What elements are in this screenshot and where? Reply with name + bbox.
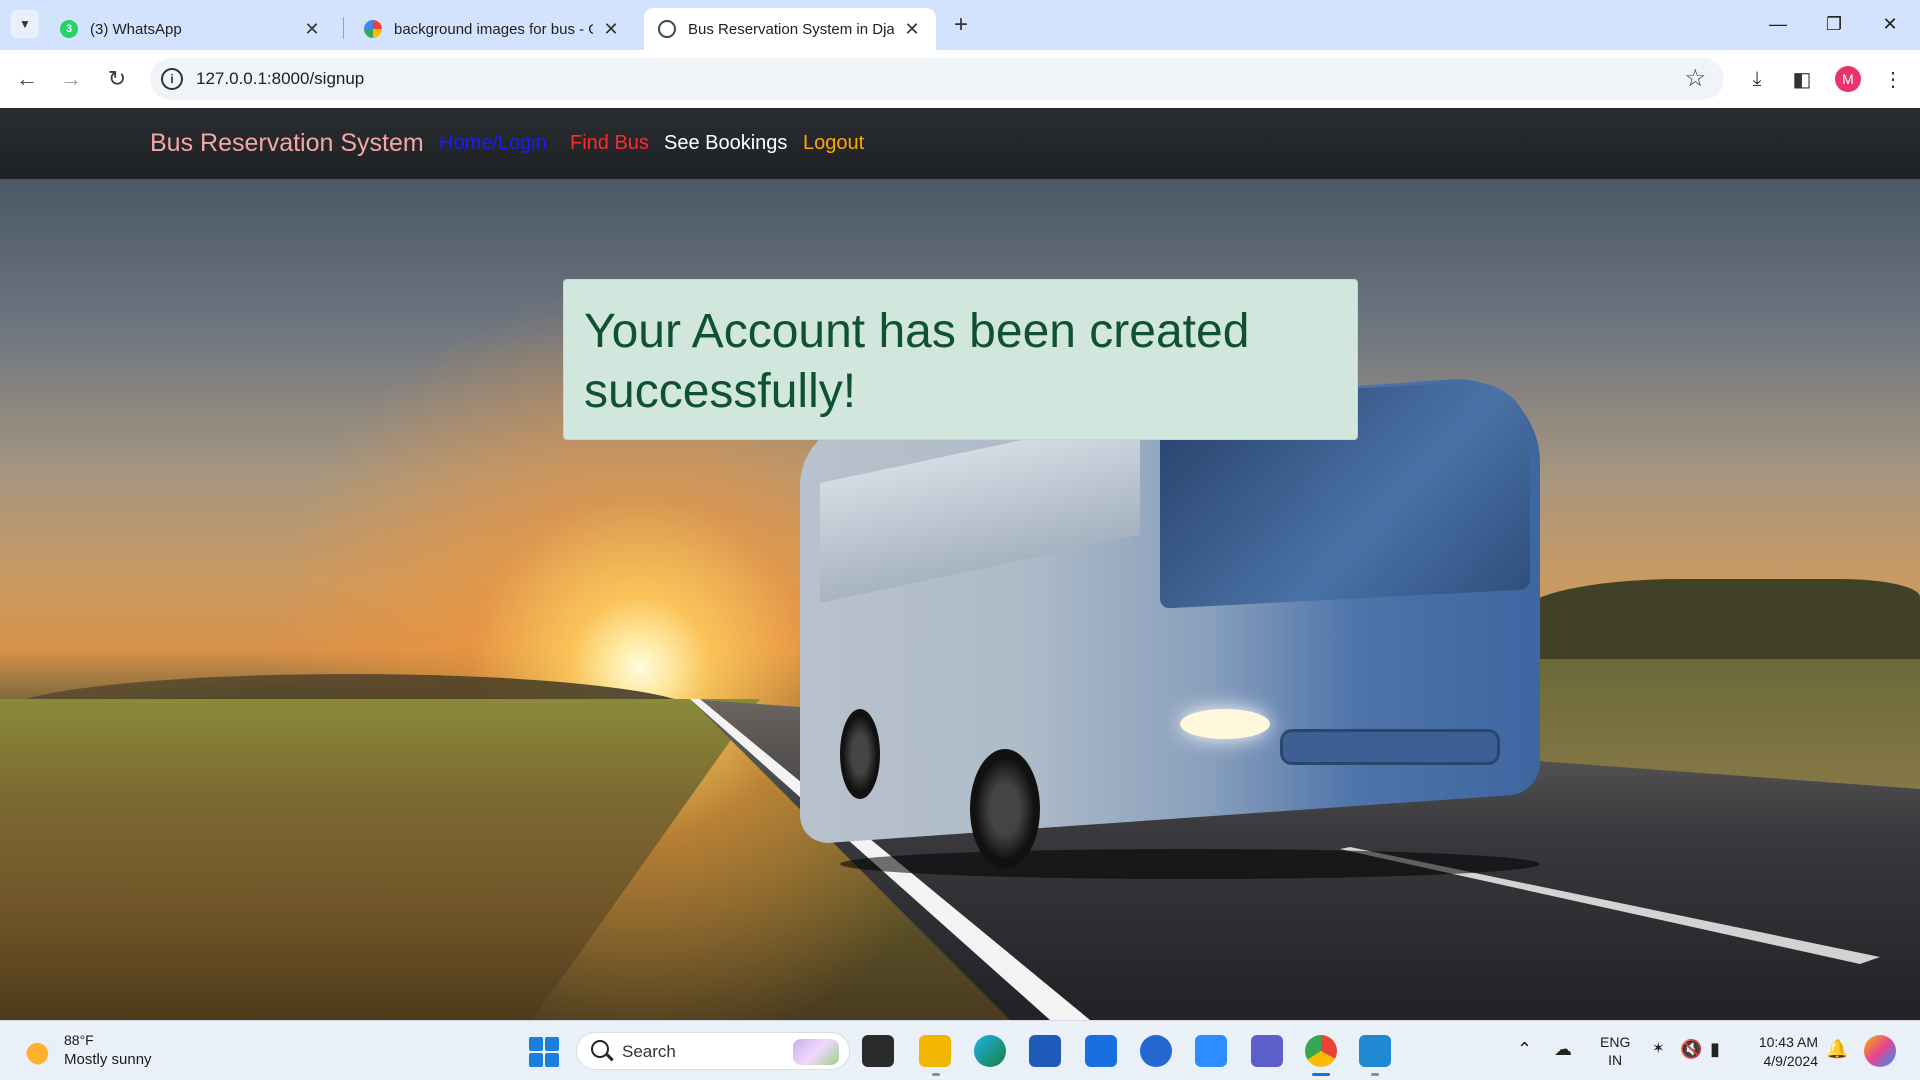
site-brand[interactable]: Bus Reservation System bbox=[150, 129, 424, 158]
bookmark-star-icon[interactable]: ☆ bbox=[1684, 64, 1706, 93]
tab-title: Bus Reservation System in Djan bbox=[688, 20, 894, 38]
widgets-icon[interactable] bbox=[1085, 1035, 1117, 1067]
menu-kebab-icon[interactable]: ⋮ bbox=[1878, 64, 1908, 94]
browser-toolbar: ← → ↻ i 127.0.0.1:8000/signup ☆ ⤓ ◧ M ⋮ bbox=[0, 50, 1920, 108]
lang-line1: ENG bbox=[1600, 1034, 1631, 1050]
treeline-right bbox=[1520, 579, 1920, 669]
volume-muted-icon[interactable]: 🔇 bbox=[1680, 1039, 1702, 1060]
success-alert: Your Account has been created successful… bbox=[563, 279, 1358, 440]
windows-taskbar: 88°F Mostly sunny Search ⌃ ☁ ENG IN ✶ 🔇 … bbox=[0, 1020, 1920, 1080]
edge-icon[interactable] bbox=[974, 1035, 1006, 1067]
tab-title: background images for bus - G bbox=[394, 20, 593, 38]
alert-message: Your Account has been created successful… bbox=[584, 305, 1250, 418]
tab-search-button[interactable]: ▼ bbox=[11, 10, 39, 38]
minimize-button[interactable]: — bbox=[1758, 10, 1798, 38]
tab-whatsapp[interactable]: 3 (3) WhatsApp ✕ bbox=[46, 8, 336, 50]
lang-line2: IN bbox=[1608, 1052, 1623, 1068]
clock-date: 4/9/2024 bbox=[1763, 1053, 1819, 1069]
google-icon bbox=[364, 20, 382, 38]
search-label: Search bbox=[622, 1042, 676, 1061]
side-panel-icon[interactable]: ◧ bbox=[1787, 64, 1817, 94]
copilot-icon[interactable] bbox=[1864, 1035, 1896, 1067]
file-explorer-icon[interactable] bbox=[919, 1035, 951, 1067]
running-indicator bbox=[1371, 1073, 1379, 1076]
nav-see-bookings[interactable]: See Bookings bbox=[664, 132, 787, 155]
browser-tab-strip: ▼ 3 (3) WhatsApp ✕ background images for… bbox=[0, 0, 1920, 50]
tab-bus-reservation[interactable]: Bus Reservation System in Djan ✕ bbox=[644, 8, 936, 50]
forward-button[interactable]: → bbox=[56, 64, 86, 94]
nav-logout[interactable]: Logout bbox=[803, 132, 864, 155]
running-indicator bbox=[932, 1073, 940, 1076]
tab-divider bbox=[343, 17, 344, 39]
store-icon[interactable] bbox=[1029, 1035, 1061, 1067]
new-tab-button[interactable]: + bbox=[948, 11, 974, 38]
teams-icon[interactable] bbox=[1251, 1035, 1283, 1067]
globe-icon bbox=[658, 20, 676, 38]
notification-bell-icon[interactable]: 🔔 bbox=[1826, 1039, 1848, 1060]
tab-title: (3) WhatsApp bbox=[90, 20, 182, 38]
site-info-icon[interactable]: i bbox=[161, 68, 183, 90]
field-left bbox=[0, 699, 760, 1020]
site-navbar: Bus Reservation System Home/Login Find B… bbox=[0, 108, 1920, 179]
nav-home-login[interactable]: Home/Login bbox=[439, 132, 547, 155]
profile-avatar[interactable]: M bbox=[1835, 66, 1861, 92]
chevron-down-icon: ▼ bbox=[19, 17, 31, 31]
weather-desc: Mostly sunny bbox=[64, 1051, 152, 1068]
taskbar-search[interactable]: Search bbox=[576, 1032, 850, 1070]
system-clock[interactable]: 10:43 AM 4/9/2024 bbox=[1750, 1033, 1818, 1071]
address-bar[interactable]: i 127.0.0.1:8000/signup ☆ bbox=[150, 58, 1724, 100]
onedrive-icon[interactable]: ☁ bbox=[1554, 1039, 1572, 1060]
running-indicator-active bbox=[1312, 1073, 1330, 1076]
download-icon[interactable]: ⤓ bbox=[1742, 64, 1772, 94]
close-tab-icon[interactable]: ✕ bbox=[302, 19, 322, 39]
wifi-icon[interactable]: ✶ bbox=[1652, 1039, 1665, 1057]
weather-sun-icon bbox=[26, 1037, 54, 1065]
sync-icon[interactable] bbox=[1140, 1035, 1172, 1067]
search-icon bbox=[591, 1040, 609, 1058]
clock-time: 10:43 AM bbox=[1758, 1034, 1818, 1050]
url-text[interactable]: 127.0.0.1:8000/signup bbox=[196, 69, 364, 89]
start-button[interactable] bbox=[529, 1037, 559, 1067]
close-window-button[interactable]: ✕ bbox=[1870, 10, 1910, 38]
chevron-up-icon[interactable]: ⌃ bbox=[1517, 1039, 1532, 1060]
chrome-icon[interactable] bbox=[1305, 1035, 1337, 1067]
nav-find-bus[interactable]: Find Bus bbox=[570, 132, 649, 155]
vscode-icon[interactable] bbox=[1359, 1035, 1391, 1067]
search-highlight-icon bbox=[793, 1039, 839, 1065]
reload-button[interactable]: ↻ bbox=[102, 64, 132, 94]
close-tab-icon[interactable]: ✕ bbox=[902, 19, 922, 39]
back-button[interactable]: ← bbox=[12, 64, 42, 94]
close-tab-icon[interactable]: ✕ bbox=[601, 19, 621, 39]
task-view-icon[interactable] bbox=[862, 1035, 894, 1067]
restore-button[interactable]: ❐ bbox=[1814, 10, 1854, 38]
whatsapp-icon: 3 bbox=[60, 20, 78, 38]
tab-google-search[interactable]: background images for bus - G ✕ bbox=[350, 8, 635, 50]
battery-icon[interactable]: ▮ bbox=[1710, 1039, 1720, 1060]
language-indicator[interactable]: ENG IN bbox=[1600, 1033, 1630, 1069]
weather-temp: 88°F bbox=[64, 1032, 94, 1048]
zoom-icon[interactable] bbox=[1195, 1035, 1227, 1067]
